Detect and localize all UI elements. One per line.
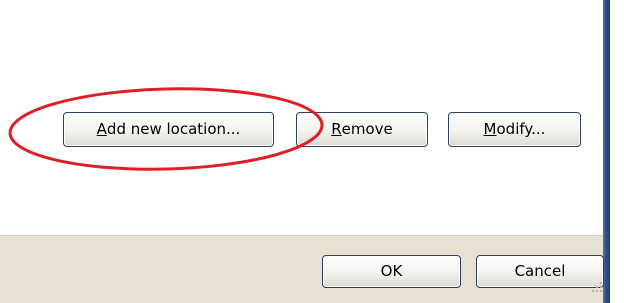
- dialog-window: Add new location... Remove Modify... OK …: [0, 0, 624, 303]
- remove-label: emove: [341, 120, 393, 138]
- remove-mnemonic: R: [331, 120, 342, 138]
- resize-grip-icon[interactable]: [590, 280, 604, 294]
- add-new-location-button[interactable]: Add new location...: [63, 112, 274, 147]
- add-new-location-label: dd new location...: [106, 120, 241, 138]
- cancel-label: Cancel: [514, 262, 566, 280]
- window-border-right: [603, 0, 610, 303]
- modify-label: odify...: [496, 120, 546, 138]
- desktop-background: [610, 0, 624, 303]
- modify-mnemonic: M: [483, 120, 497, 138]
- remove-button[interactable]: Remove: [296, 112, 428, 147]
- add-new-location-mnemonic: A: [96, 120, 107, 138]
- cancel-button[interactable]: Cancel: [476, 255, 604, 288]
- modify-button[interactable]: Modify...: [448, 112, 581, 147]
- ok-label: OK: [380, 262, 403, 280]
- ok-button[interactable]: OK: [322, 255, 461, 288]
